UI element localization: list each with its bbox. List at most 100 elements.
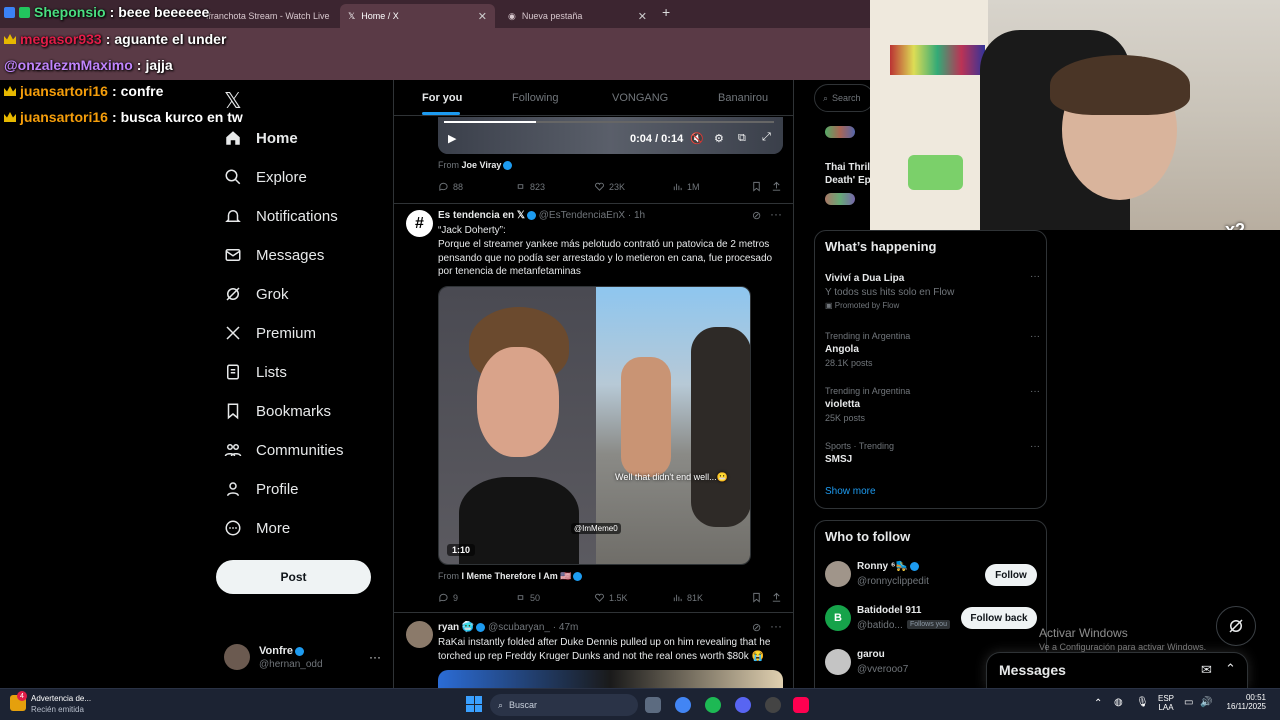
pip-icon[interactable]: ⧉ [738, 132, 746, 145]
display-icon[interactable]: ▭ [1184, 697, 1193, 708]
nav-item-home[interactable]: Home [224, 129, 298, 147]
peek-trend-title[interactable]: Thai Thrill [825, 162, 873, 173]
messages-drawer[interactable]: Messages ✉ ⌃ [986, 652, 1248, 688]
trend-more-icon[interactable]: ··· [1030, 331, 1040, 342]
tweet-author-name[interactable]: Es tendencia en 𝕏 [438, 210, 525, 221]
search-input[interactable]: ⌕ Search [814, 84, 874, 112]
follow-button[interactable]: Follow [985, 564, 1037, 586]
task-view-icon[interactable] [645, 697, 661, 713]
nav-item-more[interactable]: More [224, 519, 290, 537]
new-tab-button[interactable]: + [662, 4, 670, 20]
share-button[interactable] [771, 592, 782, 603]
tab-bananirou[interactable]: Bananirou [718, 92, 768, 104]
nav-item-bookmarks[interactable]: Bookmarks [224, 402, 331, 420]
video-source-name[interactable]: Joe Viray [462, 160, 502, 170]
bookmark-button[interactable] [751, 592, 762, 603]
x-logo-icon[interactable]: 𝕏 [224, 88, 242, 114]
nav-item-lists[interactable]: Lists [224, 363, 287, 381]
new-message-icon[interactable]: ✉ [1201, 662, 1212, 678]
post-button[interactable]: Post [216, 560, 371, 594]
chrome-icon[interactable] [675, 697, 691, 713]
avatar[interactable]: B [825, 605, 851, 631]
tweet-more-icon[interactable]: ··· [770, 619, 782, 633]
tweet-author-handle[interactable]: @scubaryan_ [488, 622, 550, 633]
spotify-icon[interactable] [705, 697, 721, 713]
nav-item-premium[interactable]: Premium [224, 324, 316, 342]
language-indicator[interactable]: ESP LAA [1158, 694, 1174, 712]
tweet-time[interactable]: · 47m [553, 622, 579, 633]
network-icon[interactable]: ◍ [1114, 697, 1123, 708]
avatar[interactable] [825, 561, 851, 587]
peek-trend-title-2[interactable]: Death' Ep [825, 175, 871, 186]
grok-explain-icon[interactable]: ⊘ [752, 621, 761, 634]
nav-item-profile[interactable]: Profile [224, 480, 299, 498]
close-tab-icon[interactable]: ✕ [478, 10, 487, 23]
nav-item-messages[interactable]: Messages [224, 246, 324, 264]
mic-icon[interactable]: 🎙 [1136, 697, 1149, 708]
trend-item[interactable]: Trending in Argentina Angola 28.1K posts… [825, 331, 1040, 368]
tweet-video[interactable]: Well that didn't end well...😬 @ImMeme0 1… [438, 286, 751, 565]
nav-item-explore[interactable]: Explore [224, 168, 307, 186]
tab-for-you[interactable]: For you [422, 92, 462, 104]
trend-item[interactable]: Trending in Argentina violetta 25K posts… [825, 386, 1040, 423]
account-menu-icon[interactable]: ··· [369, 650, 381, 664]
views-button[interactable]: 81K [672, 592, 703, 603]
follow-back-button[interactable]: Follow back [961, 607, 1037, 629]
fullscreen-icon[interactable]: ⤢ [762, 131, 771, 144]
browser-tab-stream[interactable]: ffranchota Stream - Watch Live ✕ [192, 4, 337, 28]
like-button[interactable]: 1.5K [594, 592, 628, 603]
play-icon[interactable]: ▶ [448, 132, 456, 145]
hashtag-avatar-icon[interactable]: # [406, 210, 433, 237]
suggestion-handle: @vverooo7 [857, 664, 909, 675]
nav-item-notifications[interactable]: Notifications [224, 207, 338, 225]
tweet-header: Es tendencia en 𝕏 @EsTendenciaEnX · 1h [438, 210, 645, 221]
reply-button[interactable]: 9 [438, 592, 458, 603]
views-button[interactable]: 1M [672, 181, 700, 192]
collapse-icon[interactable]: ⌃ [1225, 661, 1236, 677]
like-button[interactable]: 23K [594, 181, 625, 192]
avatar[interactable] [406, 621, 433, 648]
browser-tab-home-x[interactable]: 𝕏 Home / X ✕ [340, 4, 495, 28]
windows-start-icon[interactable] [466, 696, 482, 712]
trend-more-icon[interactable]: ··· [1030, 271, 1040, 282]
trend-item[interactable]: Viviví a Dua Lipa Y todos sus hits solo … [825, 271, 1040, 310]
close-tab-icon[interactable]: ✕ [638, 10, 647, 23]
grok-explain-icon[interactable]: ⊘ [752, 209, 761, 222]
share-button[interactable] [771, 181, 782, 192]
notification-title[interactable]: Advertencia de... [31, 694, 91, 703]
tiktok-icon[interactable] [793, 697, 809, 713]
tray-chevron-icon[interactable]: ⌃ [1094, 698, 1102, 709]
tweet-time[interactable]: · 1h [628, 210, 645, 221]
repost-button[interactable]: 50 [515, 592, 540, 603]
video-progress-track[interactable] [444, 121, 774, 123]
tweet-author-name[interactable]: ryan 🥶 [438, 622, 474, 633]
show-more-link[interactable]: Show more [825, 486, 876, 497]
bookmark-button[interactable] [751, 181, 762, 192]
clock[interactable]: 00:51 16/11/2025 [1222, 693, 1266, 711]
tweet-more-icon[interactable]: ··· [770, 207, 782, 221]
repost-button[interactable]: 823 [515, 181, 545, 192]
grok-float-button[interactable] [1216, 606, 1256, 646]
taskbar-search-input[interactable]: ⌕ Buscar [490, 694, 638, 716]
video-player[interactable]: ▶ 0:04 / 0:14 🔇 ⚙ ⧉ ⤢ [438, 117, 783, 154]
browser-tab-new[interactable]: ◉ Nueva pestaña ✕ [500, 4, 655, 28]
tweet-image[interactable] [438, 670, 783, 688]
tweet-author-handle[interactable]: @EsTendenciaEnX [539, 210, 625, 221]
settings-icon[interactable]: ⚙ [714, 132, 724, 145]
reply-button[interactable]: 88 [438, 181, 463, 192]
video-source-name[interactable]: I Meme Therefore I Am 🇺🇸 [462, 571, 572, 581]
trend-more-icon[interactable]: ··· [1030, 386, 1040, 397]
avatar[interactable] [224, 644, 250, 670]
tab-vongang[interactable]: VONGANG [612, 92, 668, 104]
obs-icon[interactable] [765, 697, 781, 713]
trend-item[interactable]: Sports · Trending SMSJ ··· [825, 441, 1040, 465]
nav-item-grok[interactable]: Grok [224, 285, 289, 303]
volume-icon[interactable]: 🔊 [1200, 697, 1212, 708]
close-tab-icon[interactable]: ✕ [336, 10, 337, 23]
trend-more-icon[interactable]: ··· [1030, 441, 1040, 452]
nav-item-communities[interactable]: Communities [224, 441, 344, 459]
avatar[interactable] [825, 649, 851, 675]
tab-following[interactable]: Following [512, 92, 558, 104]
mute-icon[interactable]: 🔇 [690, 132, 704, 145]
discord-icon[interactable] [735, 697, 751, 713]
